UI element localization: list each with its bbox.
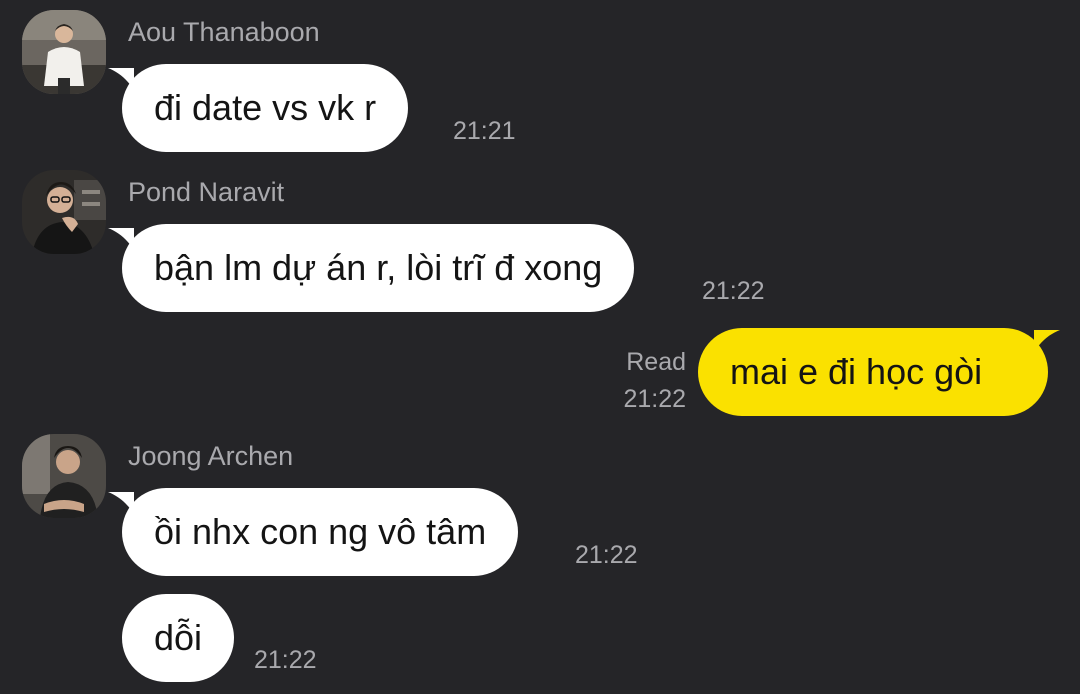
- profile-photo: [22, 10, 106, 94]
- message-text: bận lm dự án r, lòi trĩ đ xong: [154, 247, 603, 288]
- avatar-aou-thanaboon[interactable]: [22, 10, 106, 94]
- my-message-bubble[interactable]: mai e đi học gòi: [698, 328, 1048, 416]
- message-bubble[interactable]: ồi nhx con ng vô tâm: [122, 488, 519, 576]
- read-status: Read: [626, 348, 686, 376]
- message-bubble[interactable]: dỗi: [122, 594, 235, 682]
- profile-photo: [22, 434, 106, 518]
- message-meta: Read 21:22: [623, 344, 686, 418]
- message-time: 21:21: [453, 117, 516, 145]
- message-text: dỗi: [154, 617, 203, 658]
- avatar-pond-naravit[interactable]: [22, 170, 106, 254]
- chat-room: Aou Thanaboon đi date vs vk r 21:21 Pond…: [0, 0, 1080, 694]
- message-time: 21:22: [623, 385, 686, 413]
- message-bubble[interactable]: đi date vs vk r: [122, 64, 409, 152]
- sender-name: Aou Thanaboon: [128, 17, 320, 47]
- message-bubble[interactable]: bận lm dự án r, lòi trĩ đ xong: [122, 224, 635, 312]
- message-time: 21:22: [575, 541, 638, 569]
- sender-name: Joong Archen: [128, 441, 294, 471]
- message-time: 21:22: [702, 277, 765, 305]
- message-time: 21:22: [254, 646, 317, 674]
- message-text: ồi nhx con ng vô tâm: [154, 511, 487, 552]
- avatar-joong-archen[interactable]: [22, 434, 106, 518]
- message-text: đi date vs vk r: [154, 87, 377, 128]
- message-text: mai e đi học gòi: [730, 351, 983, 392]
- sender-name: Pond Naravit: [128, 177, 285, 207]
- profile-photo: [22, 170, 106, 254]
- bubble-tail: [1034, 330, 1060, 352]
